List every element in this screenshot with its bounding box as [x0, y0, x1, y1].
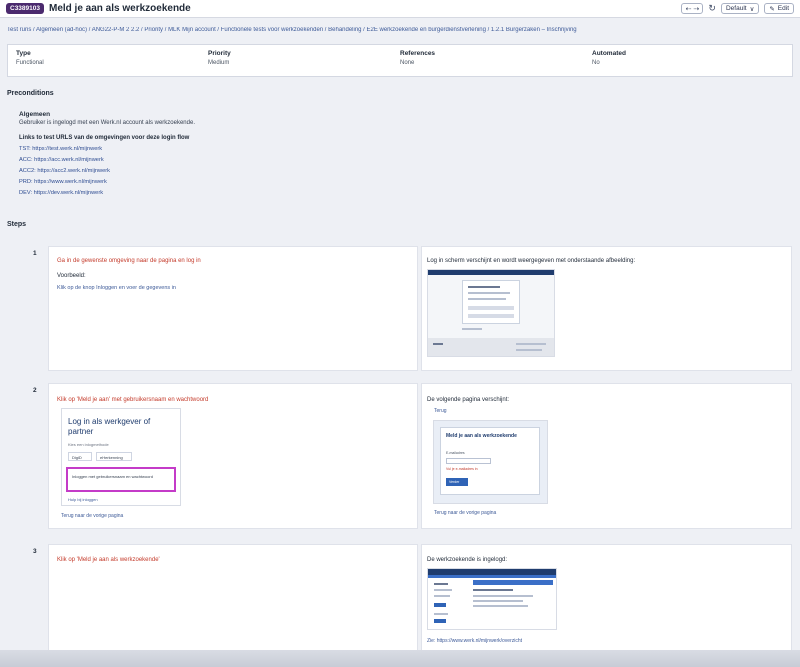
digid-label: DigiD: [72, 455, 82, 460]
step-action-text: Ga in de gewenste omgeving naar de pagin…: [57, 258, 201, 264]
precondition-link[interactable]: PRD: https://www.werk.nl/mijnwerk: [19, 177, 519, 188]
chevron-down-icon: ∨: [749, 5, 755, 13]
step-number: 2: [33, 387, 37, 394]
step-number: 3: [33, 548, 37, 555]
precondition-link[interactable]: DEV: https://dev.werk.nl/mijnwerk: [19, 188, 519, 199]
prev-next-button[interactable]: ⇠ ⇢: [681, 3, 704, 14]
step-action-sub-link[interactable]: Klik op de knop Inloggen en voer de gege…: [57, 285, 176, 291]
login-option-digid[interactable]: DigiD: [68, 452, 92, 461]
meta-priority: Priority Medium: [208, 50, 400, 71]
meta-type: Type Functional: [16, 50, 208, 71]
view-select-label: Default: [725, 5, 747, 12]
expected-url[interactable]: Zie: https://www.werk.nl/mijnwerk/overzi…: [427, 638, 522, 644]
top-bar: C3389103 Meld je aan als werkzoekende ⇠ …: [0, 0, 800, 18]
step-expected-text: Log in scherm verschijnt en wordt weerge…: [427, 258, 636, 264]
step-expected-text: De volgende pagina verschijnt:: [427, 397, 510, 403]
meta-label: References: [400, 50, 436, 57]
meta-value: None: [400, 60, 415, 66]
expected-back-link-bottom[interactable]: Terug naar de vorige pagina: [434, 510, 496, 516]
preconditions-subheading: Algemeen: [19, 111, 51, 118]
login-help-link[interactable]: Hulp bij inloggen: [68, 497, 98, 502]
precondition-link[interactable]: TST: https://test.werk.nl/mijnwerk: [19, 144, 519, 155]
meta-label: Automated: [592, 50, 626, 57]
eherkenning-label: eHerkenning: [100, 455, 123, 460]
login-screenshot: [427, 269, 555, 357]
dashboard-screenshot: [427, 568, 557, 630]
back-link[interactable]: Terug naar de vorige pagina: [61, 513, 123, 519]
precondition-link[interactable]: ACC2: https://acc2.werk.nl/mijnwerk: [19, 166, 519, 177]
view-select[interactable]: Default ∨: [720, 3, 760, 14]
register-error: Vul je e-mailadres in: [446, 467, 478, 471]
register-field-label: E-mailadres: [446, 451, 465, 455]
step-expected-text: De werkzoekende is ingelogd:: [427, 557, 508, 563]
case-id-badge: C3389103: [6, 3, 44, 14]
register-screenshot: Meld je aan als werkzoekende E-mailadres…: [433, 420, 548, 504]
meta-label: Type: [16, 50, 31, 57]
login-subtitle: Kies een inlogmethode: [68, 442, 109, 447]
step-3-expected: De werkzoekende is ingelogd: Zie: https:…: [421, 544, 792, 654]
login-option-eherkenning[interactable]: eHerkenning: [96, 452, 132, 461]
meta-value: Medium: [208, 60, 230, 66]
breadcrumb[interactable]: Test runs / Algemeen (ad-hoc) / ANG22-P-…: [7, 27, 797, 33]
register-box-title: Meld je aan als werkzoekende: [446, 433, 517, 439]
step-number: 1: [33, 250, 37, 257]
login-options-screenshot: Log in als werkgever of partner Kies een…: [61, 408, 181, 506]
preconditions-text: Gebruiker is ingelogd met een Werk.nl ac…: [19, 120, 195, 126]
register-continue-button[interactable]: Verder: [446, 478, 468, 486]
preconditions-links: TST: https://test.werk.nl/mijnwerk ACC: …: [19, 144, 519, 199]
highlighted-login-option[interactable]: Inloggen met gebruikersnaam en wachtwoor…: [66, 467, 176, 492]
meta-automated: Automated No: [592, 50, 784, 71]
meta-label: Priority: [208, 50, 231, 57]
screenshot-header-bar: [428, 270, 554, 275]
step-action-sub: Voorbeeld:: [57, 273, 86, 279]
step-1-action: Ga in de gewenste omgeving naar de pagin…: [48, 246, 418, 371]
edit-icon: ✎: [769, 5, 775, 13]
step-action-text: Klik op 'Meld je aan als werkzoekende': [57, 557, 160, 563]
highlighted-option-label: Inloggen met gebruikersnaam en wachtwoor…: [72, 474, 153, 479]
precondition-link[interactable]: ACC: https://acc.werk.nl/mijnwerk: [19, 155, 519, 166]
bottom-scroll-shadow: [0, 650, 800, 667]
refresh-icon[interactable]: ↻: [708, 3, 716, 14]
register-email-input[interactable]: [446, 458, 491, 464]
meta-value: Functional: [16, 60, 44, 66]
page-title: Meld je aan als werkzoekende: [49, 3, 191, 14]
step-3-action: Klik op 'Meld je aan als werkzoekende': [48, 544, 418, 654]
meta-references: References None: [400, 50, 592, 71]
step-2-action: Klik op 'Meld je aan' met gebruikersnaam…: [48, 383, 418, 529]
header-actions: ⇠ ⇢ ↻ Default ∨ ✎ Edit: [681, 3, 794, 14]
meta-value: No: [592, 60, 600, 66]
arrows-icon: ⇠ ⇢: [685, 5, 700, 13]
edit-button[interactable]: ✎ Edit: [764, 3, 794, 14]
edit-label: Edit: [777, 5, 789, 12]
steps-heading: Steps: [7, 221, 27, 228]
login-title-line2: partner: [68, 427, 94, 436]
register-continue-label: Verder: [449, 480, 460, 484]
preconditions-heading: Preconditions: [7, 90, 54, 97]
preconditions-links-heading: Links to test URLS van de omgevingen voo…: [19, 135, 190, 141]
expected-back-link[interactable]: Terug: [434, 408, 447, 414]
preconditions-body: Algemeen Gebruiker is ingelogd met een W…: [19, 111, 519, 199]
register-box: Meld je aan als werkzoekende E-mailadres…: [440, 427, 540, 495]
step-1-expected: Log in scherm verschijnt en wordt weerge…: [421, 246, 792, 371]
case-meta: Type Functional Priority Medium Referenc…: [7, 44, 793, 77]
step-action-text: Klik op 'Meld je aan' met gebruikersnaam…: [57, 397, 209, 403]
step-2-expected: De volgende pagina verschijnt: Terug Mel…: [421, 383, 792, 529]
screenshot-login-box: [462, 280, 520, 324]
login-title-line1: Log in als werkgever of: [68, 417, 151, 426]
